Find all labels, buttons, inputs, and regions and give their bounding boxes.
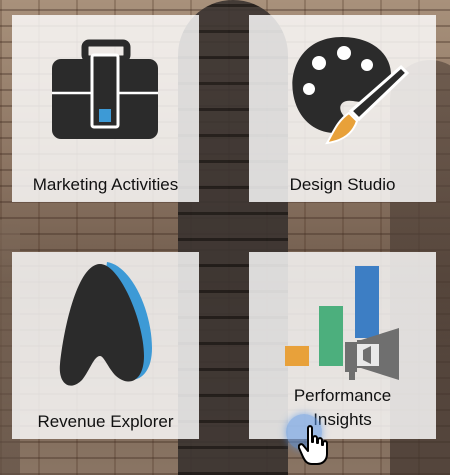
tile-marketing-activities[interactable]: Marketing Activities xyxy=(12,15,199,202)
tile-label: Design Studio xyxy=(289,175,396,194)
hand-pointer-icon xyxy=(297,424,332,466)
tile-label: Revenue Explorer xyxy=(37,412,174,431)
tile-label: Performance Insights xyxy=(293,386,392,429)
bar-chart-megaphone-icon xyxy=(249,252,436,402)
palette-brush-icon xyxy=(249,15,436,165)
tile-revenue-explorer[interactable]: Revenue Explorer xyxy=(12,252,199,439)
tile-performance-insights[interactable]: Performance Insights xyxy=(249,252,436,439)
briefcase-icon xyxy=(12,15,199,165)
tile-design-studio[interactable]: Design Studio xyxy=(249,15,436,202)
revenue-explorer-icon xyxy=(12,252,199,402)
tile-label: Marketing Activities xyxy=(32,175,179,194)
